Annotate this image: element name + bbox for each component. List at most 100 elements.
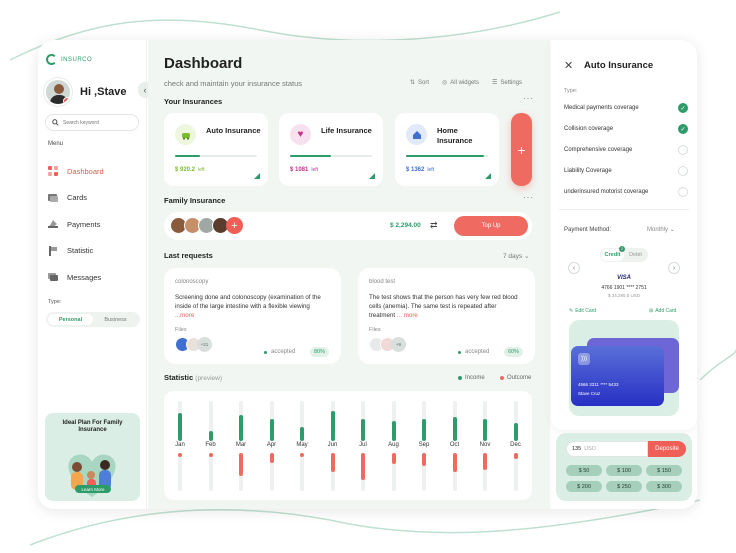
insurance-amount: $ 920.2 left: [175, 167, 205, 173]
income-bar[interactable]: [239, 415, 243, 441]
user-profile[interactable]: Hi ,Stave: [44, 78, 126, 106]
add-member-button[interactable]: +: [226, 217, 243, 234]
amount-chip[interactable]: $ 100: [606, 465, 642, 476]
income-bar[interactable]: [208, 431, 213, 441]
add-card-button[interactable]: ⊞ Add Card: [649, 308, 676, 314]
days-filter[interactable]: 7 days ⌄: [503, 252, 529, 260]
file-count[interactable]: +9: [391, 337, 406, 352]
amount-chip[interactable]: $ 200: [566, 481, 602, 492]
sidebar-item-payments[interactable]: Payments: [48, 211, 140, 238]
income-bar[interactable]: [330, 411, 335, 441]
file-count[interactable]: +21: [197, 337, 212, 352]
main-content: Dashboard check and maintain your insura…: [148, 40, 550, 509]
sidebar-item-cards[interactable]: Cards: [48, 185, 140, 212]
insurance-card-home[interactable]: Home Insurance $ 1362 left: [395, 113, 499, 186]
outcome-bar[interactable]: [178, 453, 182, 457]
more-options-icon[interactable]: ···: [523, 94, 534, 103]
income-bar[interactable]: [361, 419, 365, 441]
amount-chip[interactable]: $ 250: [606, 481, 642, 492]
coverage-option[interactable]: Collision coverage ✓: [564, 124, 688, 134]
month-column: May: [291, 391, 313, 500]
request-tag: blood test: [369, 279, 396, 285]
outcome-bar[interactable]: [300, 453, 304, 457]
sort-button[interactable]: ⇅ Sort: [410, 79, 429, 87]
settings-button[interactable]: ☰ Settings: [492, 79, 522, 87]
statistic-title: Statistic (preview): [164, 373, 223, 382]
coverage-option[interactable]: underinsured motorist coverage: [564, 187, 688, 197]
search-box[interactable]: [45, 114, 139, 131]
month-column: Aug: [383, 391, 405, 500]
outcome-bar[interactable]: [208, 453, 213, 457]
learn-more-button[interactable]: Learn More: [75, 485, 111, 493]
outcome-bar[interactable]: [513, 453, 518, 459]
sidebar-item-label: Messages: [67, 272, 102, 282]
month-label: Dec: [510, 442, 521, 448]
top-up-button[interactable]: Top Up: [454, 216, 528, 236]
request-card[interactable]: blood test The test shows that the perso…: [358, 268, 535, 364]
income-bar[interactable]: [483, 419, 487, 441]
sidebar-item-messages[interactable]: Messages: [48, 264, 140, 291]
type-option-personal[interactable]: Personal: [48, 314, 93, 325]
outcome-bar[interactable]: [483, 453, 487, 471]
transfer-icon[interactable]: ⇄: [430, 220, 438, 231]
amount-chip[interactable]: $ 150: [646, 465, 682, 476]
check-circle-icon[interactable]: ✓: [678, 124, 688, 134]
logo[interactable]: INSURCO: [46, 54, 92, 65]
statistic-icon: [48, 245, 58, 256]
income-bar[interactable]: [452, 417, 457, 441]
chevron-right-icon: ›: [672, 264, 676, 272]
empty-circle-icon[interactable]: [678, 187, 688, 197]
income-bar[interactable]: [178, 413, 182, 441]
sidebar-item-statistic[interactable]: Statistic: [48, 238, 140, 265]
deposit-button[interactable]: Deposite: [648, 441, 686, 457]
income-bar[interactable]: [422, 419, 426, 441]
avatar[interactable]: [44, 78, 72, 106]
more-link[interactable]: ...more: [175, 312, 194, 319]
amount-chip[interactable]: $ 300: [646, 481, 682, 492]
outcome-bar[interactable]: [361, 453, 365, 480]
add-insurance-button[interactable]: +: [511, 113, 532, 186]
income-bar[interactable]: [300, 427, 304, 441]
request-card[interactable]: colonoscopy Screening done and colonosco…: [164, 268, 341, 364]
sidebar-item-dashboard[interactable]: Dashboard: [48, 158, 140, 185]
more-link[interactable]: ... more: [397, 312, 418, 319]
search-input[interactable]: [63, 119, 133, 126]
more-options-icon[interactable]: ···: [523, 193, 534, 202]
payment-method-label: Payment Method:: [564, 227, 612, 233]
coverage-option[interactable]: Medical payments coverage ✓: [564, 103, 688, 113]
prev-card-button[interactable]: ‹: [568, 262, 580, 274]
empty-circle-icon[interactable]: [678, 166, 688, 176]
card-stack[interactable]: ))) 4566 3311 **** 5433 Stave Cruz: [569, 320, 679, 416]
promo-title: Ideal Plan For Family Insurance: [62, 420, 123, 433]
payment-frequency-select[interactable]: Monthly ⌄: [647, 226, 675, 233]
outcome-bar[interactable]: [422, 453, 426, 467]
outcome-bar[interactable]: [239, 453, 243, 476]
outcome-bar[interactable]: [452, 453, 457, 472]
outcome-bar[interactable]: [269, 453, 274, 463]
income-bar[interactable]: [269, 419, 274, 441]
close-icon[interactable]: ✕: [564, 59, 573, 72]
sidebar-item-label: Payments: [67, 219, 101, 229]
type-option-business[interactable]: Business: [93, 314, 138, 325]
income-bar[interactable]: [391, 421, 396, 441]
coverage-option[interactable]: Liability Coverage: [564, 166, 688, 176]
coverage-option[interactable]: Comprehensive coverage: [564, 145, 688, 155]
outcome-bar[interactable]: [330, 453, 335, 472]
edit-card-button[interactable]: ✎ Edit Card: [569, 308, 596, 314]
all-widgets-button[interactable]: ◎ All widgets: [442, 79, 479, 87]
request-tag: colonoscopy: [175, 279, 209, 285]
check-circle-icon[interactable]: ✓: [678, 103, 688, 113]
insurance-card-life[interactable]: ♥ Life Insurance $ 1081 left: [279, 113, 383, 186]
income-bar[interactable]: [513, 423, 518, 441]
amount-chip[interactable]: $ 50: [566, 465, 602, 476]
search-icon: [52, 119, 59, 126]
deposit-amount-field[interactable]: 135 USD: [566, 441, 648, 457]
insurance-card-auto[interactable]: Auto Insurance $ 920.2 left: [164, 113, 268, 186]
empty-circle-icon[interactable]: [678, 145, 688, 155]
month-column: Sep: [413, 391, 435, 500]
month-column: Mar: [230, 391, 252, 500]
tab-debit[interactable]: Debit: [624, 249, 647, 261]
next-card-button[interactable]: ›: [668, 262, 680, 274]
outcome-bar[interactable]: [391, 453, 396, 465]
card-front[interactable]: ))) 4566 3311 **** 5433 Stave Cruz: [571, 346, 664, 406]
